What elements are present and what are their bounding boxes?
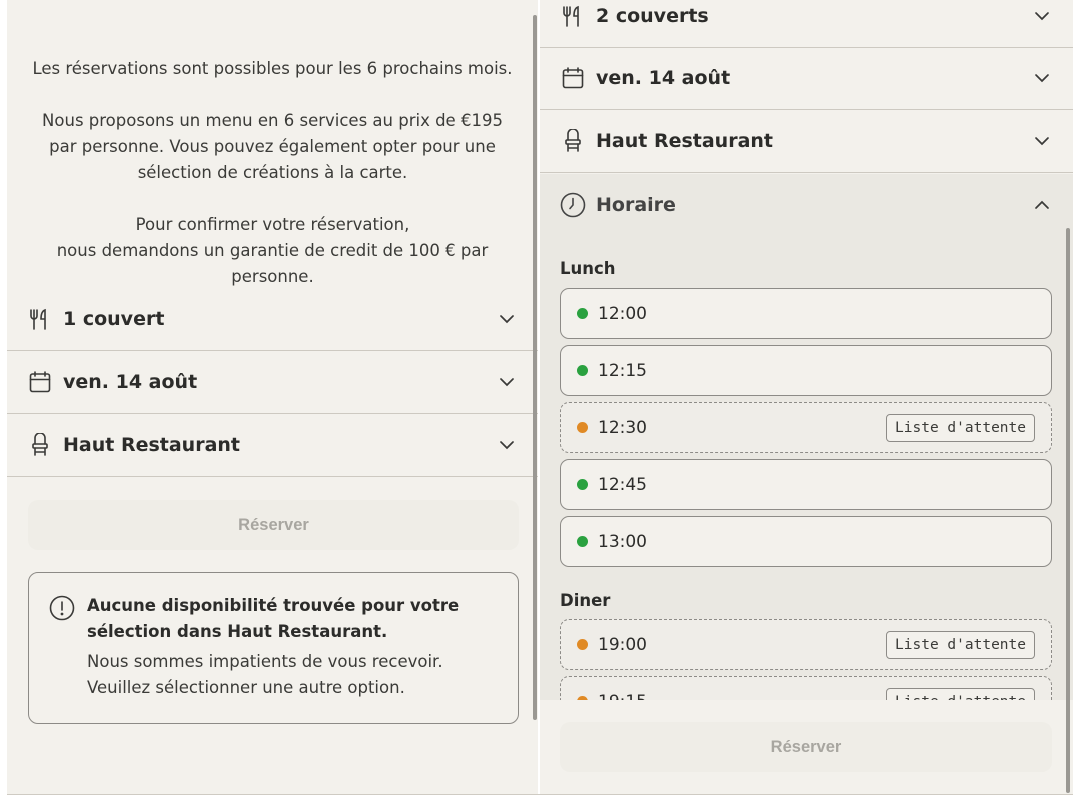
chevron-down-icon	[500, 315, 514, 324]
booking-window-text: Les réservations sont possibles pour les…	[32, 59, 513, 78]
lunch-title: Lunch	[560, 259, 616, 278]
right-booking-panel: 2 couverts ven. 14 août Haut Restaurant …	[540, 0, 1073, 795]
guarantee-line-2: nous demandons un garantie de credit de …	[56, 241, 489, 286]
slot-time: 12:15	[598, 360, 647, 381]
waitlist-badge[interactable]: Liste d'attente	[886, 687, 1035, 700]
chevron-down-icon	[500, 441, 514, 450]
guests-selector[interactable]: 1 couvert	[7, 288, 538, 351]
slot-time: 12:45	[598, 474, 647, 495]
notice-title: Aucune disponibilité trouvée pour votre …	[87, 596, 460, 641]
no-availability-notice: Aucune disponibilité trouvée pour votre …	[28, 572, 519, 724]
chevron-down-icon	[1035, 12, 1049, 21]
chair-icon	[27, 432, 53, 458]
slot-time: 19:15	[598, 692, 647, 701]
menu-info-text: Nous proposons un menu en 6 services au …	[42, 111, 503, 182]
cutlery-icon	[560, 3, 586, 29]
guarantee-text: Pour confirmer votre réservation, nous d…	[7, 212, 538, 290]
bottom-divider	[7, 794, 1073, 795]
right-scrollbar[interactable]	[1066, 228, 1070, 793]
time-slot[interactable]: 13:00	[560, 516, 1052, 567]
chevron-down-icon	[1035, 137, 1049, 146]
guarantee-line-1: Pour confirmer votre réservation,	[135, 215, 410, 234]
slot-time: 12:30	[598, 417, 647, 438]
guests-label: 2 couverts	[596, 5, 709, 27]
date-selector[interactable]: ven. 14 août	[7, 351, 538, 414]
time-slot[interactable]: 19:15 Liste d'attente	[560, 676, 1052, 700]
time-slot[interactable]: 12:00	[560, 288, 1052, 339]
waitlist-dot	[577, 696, 588, 700]
chevron-down-icon	[1035, 74, 1049, 83]
waitlist-dot	[577, 639, 588, 650]
chevron-down-icon	[500, 378, 514, 387]
available-dot	[577, 479, 588, 490]
venue-selector[interactable]: Haut Restaurant	[7, 414, 538, 477]
left-booking-panel: Les réservations sont possibles pour les…	[7, 0, 538, 795]
schedule-toggle[interactable]: Horaire	[540, 174, 1073, 236]
slot-time: 13:00	[598, 531, 647, 552]
time-slot[interactable]: 12:30 Liste d'attente	[560, 402, 1052, 453]
left-scrollbar[interactable]	[533, 15, 537, 720]
time-slot[interactable]: 12:45	[560, 459, 1052, 510]
available-dot	[577, 308, 588, 319]
guests-selector[interactable]: 2 couverts	[540, 0, 1073, 48]
slot-time: 19:00	[598, 634, 647, 655]
time-slot[interactable]: 19:00 Liste d'attente	[560, 619, 1052, 670]
calendar-icon	[560, 65, 586, 91]
alert-icon	[49, 595, 75, 621]
diner-title: Diner	[560, 591, 611, 610]
schedule-label: Horaire	[596, 194, 676, 216]
waitlist-dot	[577, 422, 588, 433]
waitlist-badge[interactable]: Liste d'attente	[886, 413, 1035, 442]
clock-icon	[560, 192, 586, 218]
date-selector[interactable]: ven. 14 août	[540, 47, 1073, 110]
time-slot[interactable]: 12:15	[560, 345, 1052, 396]
reserve-button[interactable]: Réserver	[560, 722, 1052, 772]
booking-info: Les réservations sont possibles pour les…	[7, 56, 538, 290]
date-label: ven. 14 août	[63, 371, 198, 393]
reserve-button[interactable]: Réserver	[28, 500, 519, 550]
available-dot	[577, 365, 588, 376]
chevron-up-icon	[1035, 200, 1049, 209]
date-label: ven. 14 août	[596, 67, 731, 89]
venue-selector[interactable]: Haut Restaurant	[540, 110, 1073, 173]
cutlery-icon	[27, 306, 53, 332]
venue-label: Haut Restaurant	[596, 130, 774, 152]
chair-icon	[560, 128, 586, 154]
slot-time: 12:00	[598, 303, 647, 324]
venue-label: Haut Restaurant	[63, 434, 241, 456]
guests-label: 1 couvert	[63, 308, 165, 330]
waitlist-badge[interactable]: Liste d'attente	[886, 630, 1035, 659]
calendar-icon	[27, 369, 53, 395]
notice-body: Nous sommes impatients de vous recevoir.…	[87, 652, 443, 697]
schedule-list: Lunch 12:00 12:15 12:30 Liste d'attente 12:4…	[540, 236, 1073, 700]
available-dot	[577, 536, 588, 547]
